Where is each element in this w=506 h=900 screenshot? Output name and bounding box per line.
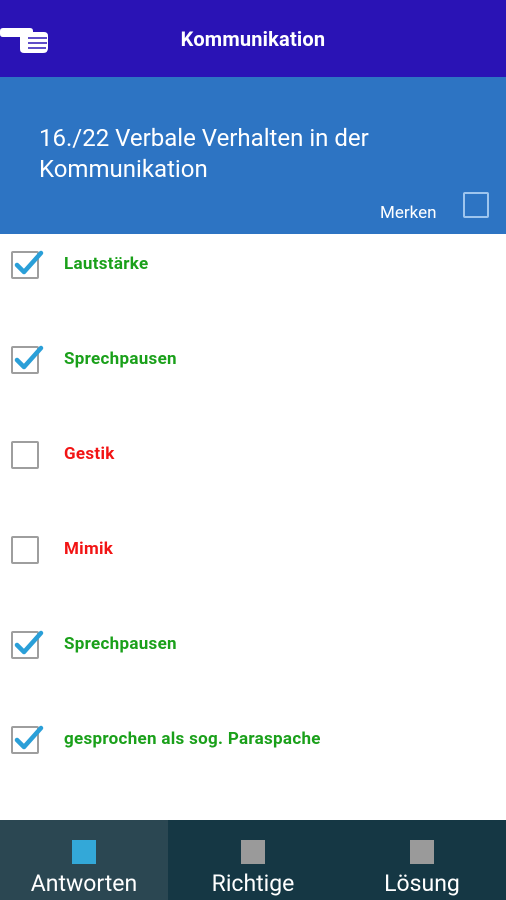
answer-label: Sprechpausen [64,349,177,369]
answer-checkbox[interactable] [11,725,44,754]
square-icon [410,840,434,864]
answer-checkbox[interactable] [11,345,44,374]
square-icon [241,840,265,864]
checkmark-icon [14,630,44,655]
answer-checkbox[interactable] [11,536,39,564]
answer-label: Sprechpausen [64,634,177,654]
checkmark-icon [14,250,44,275]
merken-label: Merken [380,203,437,223]
merken-checkbox[interactable] [463,192,489,218]
page-title: Kommunikation [180,27,326,51]
answer-item[interactable]: Sprechpausen [0,329,506,389]
question-text: 16./22 Verbale Verhalten in der Kommunik… [39,124,369,183]
answer-list: Lautstärke Sprechpausen Gestik Mimik Spr… [0,234,506,820]
answer-checkbox[interactable] [11,441,39,469]
answer-checkbox[interactable] [11,250,44,279]
answer-item[interactable]: Sprechpausen [0,614,506,674]
checkmark-icon [14,725,44,750]
tab-label: Antworten [30,870,138,897]
question-panel: 16./22 Verbale Verhalten in der Kommunik… [0,77,506,234]
square-icon [72,840,96,864]
tab-label: Richtige [211,870,295,897]
answer-item[interactable]: gesprochen als sog. Paraspache [0,709,506,769]
answer-label: gesprochen als sog. Paraspache [64,729,321,749]
tab-richtige[interactable]: Richtige [168,820,338,900]
answer-item[interactable]: Mimik [0,519,506,579]
tab-label: Lösung [384,870,460,897]
tab-loesung[interactable]: Lösung [338,820,506,900]
answer-item[interactable]: Lautstärke [0,234,506,294]
checkmark-icon [14,345,44,370]
answer-label: Mimik [64,539,114,559]
answer-item[interactable]: Gestik [0,424,506,484]
answer-checkbox[interactable] [11,630,44,659]
app-bar: Kommunikation [0,0,506,77]
bottom-tab-bar: Antworten Richtige Lösung [0,820,506,900]
answer-label: Lautstärke [64,254,149,274]
tab-antworten[interactable]: Antworten [0,820,168,900]
answer-label: Gestik [64,444,115,464]
